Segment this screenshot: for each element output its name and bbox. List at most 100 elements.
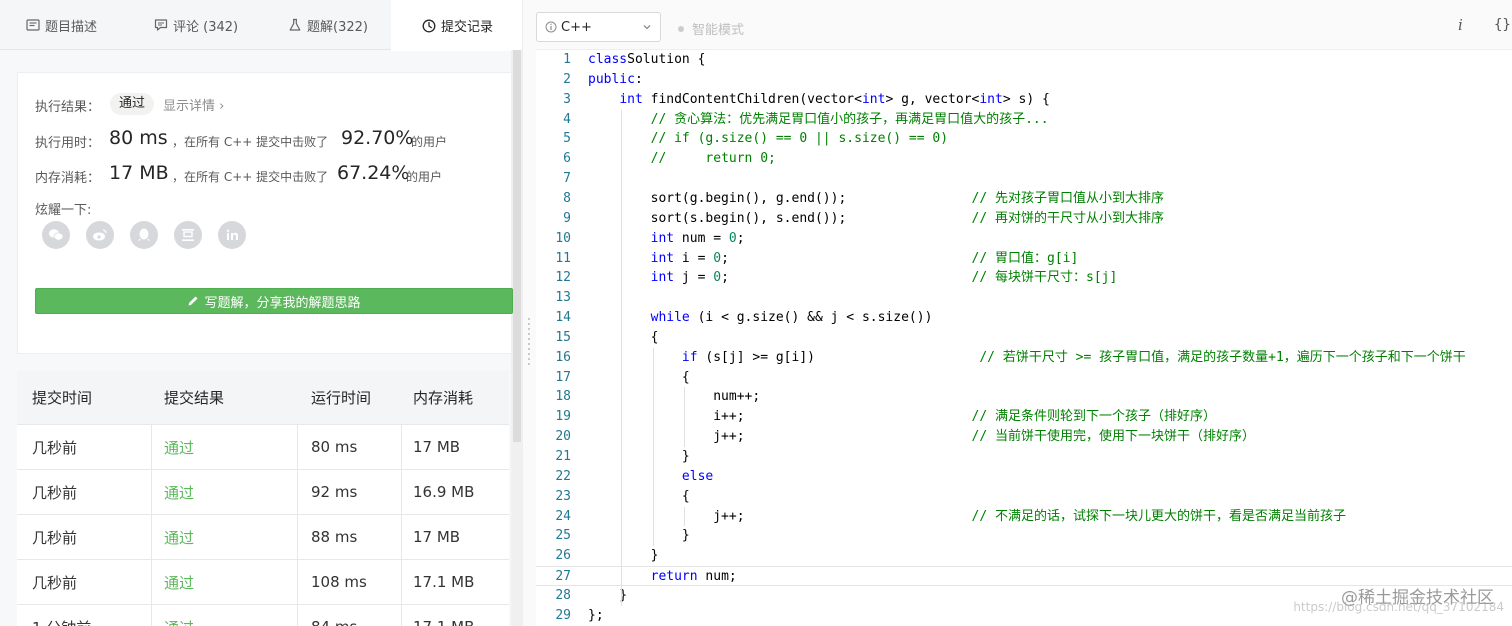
left-panel: 题目描述 评论 (342) 题解(322) 提交记录 执行结果： 通过 显示详情…	[0, 0, 522, 626]
code-text: {	[588, 329, 659, 345]
result-link[interactable]: 通过	[164, 572, 194, 593]
tab-comments-label: 评论 (342)	[173, 19, 239, 35]
weibo-icon[interactable]	[86, 221, 114, 249]
code-text: };	[588, 607, 604, 623]
line-number: 4	[563, 111, 571, 127]
line-number: 13	[555, 290, 571, 306]
table-row: 几秒前 通过 108 ms 17.1 MB	[17, 559, 509, 604]
panel-splitter[interactable]	[522, 0, 536, 626]
code-text: else	[681, 468, 714, 484]
show-details-link[interactable]: 显示详情 ›	[163, 95, 224, 114]
result-link[interactable]: 通过	[164, 482, 194, 503]
tab-submissions[interactable]: 提交记录	[391, 0, 522, 51]
code-line: 2 public:	[536, 70, 1512, 90]
line-number: 8	[563, 190, 571, 206]
qq-icon[interactable]	[130, 221, 158, 249]
linkedin-icon[interactable]	[218, 221, 246, 249]
code-line: 6 // return 0;	[536, 149, 1512, 169]
line-number: 22	[555, 468, 571, 484]
line-number: 27	[555, 569, 571, 585]
table-row: 几秒前 通过 88 ms 17 MB	[17, 514, 509, 559]
code-line: 24 j++; // 不满足的话，试探下一块儿更大的饼干，看是否满足当前孩子	[536, 507, 1512, 527]
write-solution-button[interactable]: 写题解，分享我的解题思路	[35, 288, 513, 314]
line-number: 17	[555, 369, 571, 385]
memory-beat-text: ，在所有 C++ 提交中击败了	[172, 170, 329, 184]
line-number: 20	[555, 429, 571, 445]
code-text: int num = 0;	[650, 230, 745, 246]
smart-mode-toggle[interactable]: 智能模式	[678, 19, 744, 38]
indent-guide	[621, 109, 622, 606]
drag-handle-icon[interactable]	[528, 318, 530, 366]
runtime-value: 80 ms	[109, 127, 168, 149]
pencil-icon	[187, 295, 199, 307]
runtime-percent: 92.70%	[341, 127, 414, 149]
code-text: i++; // 满足条件则轮到下一个孩子（排好序）	[588, 409, 1216, 425]
table-row: 几秒前 通过 80 ms 17 MB	[17, 424, 509, 469]
status-label: 执行结果：	[35, 100, 101, 115]
cell-submit-time: 几秒前	[17, 560, 152, 604]
line-number: 21	[555, 449, 571, 464]
memory-label: 内存消耗：	[35, 171, 101, 186]
cell-memory: 17.1 MB	[413, 573, 475, 591]
language-select[interactable]: C++	[536, 12, 661, 42]
wechat-icon[interactable]	[42, 221, 70, 249]
line-number: 23	[555, 488, 571, 504]
code-text: }	[588, 449, 690, 464]
line-number: 9	[563, 210, 571, 226]
line-number: 14	[555, 310, 571, 326]
code-line: 3 int findContentChildren(vector<int> g,…	[536, 90, 1512, 110]
cell-submit-result: 通过	[152, 470, 298, 514]
share-label: 炫耀一下:	[35, 203, 92, 218]
line-number: 12	[555, 270, 571, 286]
line-number: 24	[555, 508, 571, 524]
result-link[interactable]: 通过	[164, 617, 194, 626]
tab-bar: 题目描述 评论 (342) 题解(322) 提交记录	[0, 0, 522, 51]
code-text: j++; // 当前饼干使用完，使用下一块饼干（排好序）	[588, 429, 1255, 445]
header-memory: 内存消耗	[413, 389, 474, 407]
cell-memory: 17 MB	[413, 438, 461, 456]
memory-suffix: 的用户	[406, 170, 443, 184]
scrollbar-thumb[interactable]	[513, 50, 521, 442]
tab-comments[interactable]: 评论 (342)	[154, 0, 238, 50]
line-number: 5	[563, 131, 571, 147]
line-number: 15	[555, 329, 571, 345]
result-link[interactable]: 通过	[164, 527, 194, 548]
info-circle-icon	[545, 21, 557, 33]
submissions-table: 提交时间 提交结果 运行时间 内存消耗 几秒前 通过 80 ms 17 MB 几秒前 通过…	[17, 371, 509, 626]
header-submit-time: 提交时间	[32, 389, 93, 407]
code-text: public:	[588, 71, 643, 87]
code-line: 11 int i = 0; // 胃口值：g[i]	[536, 249, 1512, 269]
code-line: 20 j++; // 当前饼干使用完，使用下一块饼干（排好序）	[536, 427, 1512, 447]
code-line: 13	[536, 288, 1512, 308]
cell-runtime: 108 ms	[298, 560, 402, 604]
code-line: 18 num++;	[536, 387, 1512, 407]
line-number: 10	[555, 230, 571, 246]
line-number: 1	[563, 52, 571, 67]
toggle-dot-icon	[678, 25, 684, 32]
code-text: num++;	[588, 389, 761, 405]
code-line: 1 classSolution {	[536, 50, 1512, 70]
write-solution-label: 写题解，分享我的解题思路	[204, 295, 361, 311]
tab-solutions-label: 题解(322)	[307, 19, 368, 35]
format-code-button[interactable]: {}	[1494, 17, 1511, 33]
code-line: 5 // if (g.size() == 0 || s.size() == 0)	[536, 129, 1512, 149]
tab-solutions[interactable]: 题解(322)	[288, 0, 368, 50]
memory-percent: 67.24%	[337, 162, 410, 184]
code-line: 25 }	[536, 526, 1512, 546]
info-button[interactable]: i	[1458, 16, 1463, 34]
line-number: 6	[563, 151, 571, 167]
watermark-url: https://blog.csdn.net/qq_37102184	[1293, 600, 1504, 614]
code-editor-panel: C++ 智能模式 i {} 1 classSolution { 2 public: 3 …	[536, 0, 1512, 626]
code-text: classSolution {	[588, 52, 706, 67]
runtime-suffix: 的用户	[411, 135, 448, 149]
indent-guide	[684, 506, 685, 527]
code-line: 22 else	[536, 467, 1512, 487]
result-link[interactable]: 通过	[164, 437, 194, 458]
code-area[interactable]: 1 classSolution { 2 public: 3 int findConten…	[536, 50, 1512, 626]
flask-icon	[288, 18, 302, 32]
status-badge: 通过	[110, 93, 155, 115]
tab-description[interactable]: 题目描述	[26, 0, 97, 50]
douban-icon[interactable]	[174, 221, 202, 249]
header-runtime: 运行时间	[311, 389, 372, 407]
line-number: 7	[563, 171, 571, 187]
